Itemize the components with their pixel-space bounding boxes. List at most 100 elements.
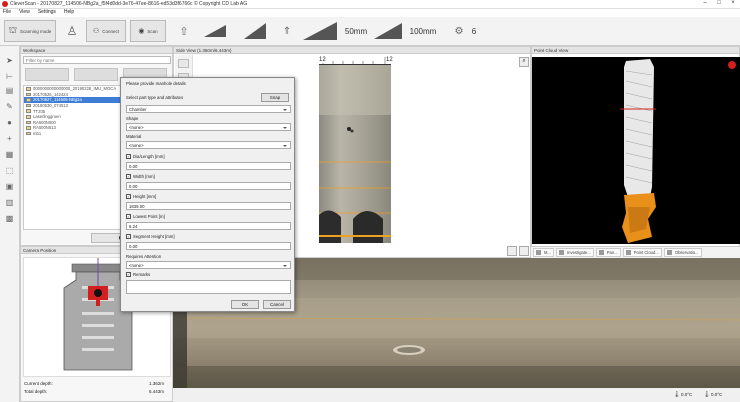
snap-button[interactable]: Snap xyxy=(261,93,289,102)
part-type-select[interactable]: Chamber xyxy=(126,105,291,113)
workspace-title: Workspace xyxy=(21,47,172,54)
minimize-icon[interactable]: – xyxy=(698,0,712,6)
side-view-search-icon[interactable]: ⌕ xyxy=(519,57,529,67)
status-bar: 🌡 0.0°C 🌡 0.0°C xyxy=(173,388,740,402)
checkbox-check-icon: ✓ xyxy=(126,214,131,219)
ruler-label: 12 xyxy=(319,57,326,63)
ruler-label: 12 xyxy=(386,57,393,63)
crosshair-icon[interactable]: + xyxy=(3,132,16,144)
folder-icon xyxy=(26,109,31,113)
ruler: 12 12 xyxy=(319,57,393,65)
scanner-icon: ⛫ xyxy=(8,25,17,35)
cancel-button[interactable]: Cancel xyxy=(263,300,291,309)
checkbox-check-icon: ✓ xyxy=(126,154,131,159)
plug-icon: ⚇ xyxy=(92,28,100,35)
tab-icon xyxy=(625,250,631,255)
menu-view[interactable]: View xyxy=(19,9,30,15)
depth-arrow-up-icon[interactable]: ⇧ xyxy=(172,20,196,42)
ramp2-icon[interactable] xyxy=(373,20,403,42)
width-input[interactable]: 0.00 xyxy=(126,182,291,190)
layers-icon[interactable]: ▣ xyxy=(3,180,16,192)
tab-icon xyxy=(598,250,604,255)
distance2-value[interactable]: 100mm xyxy=(406,20,440,42)
menu-file[interactable]: File xyxy=(3,9,11,15)
shape-select[interactable]: <none> xyxy=(126,123,291,131)
dia-input[interactable]: 0.00 xyxy=(126,162,291,170)
brush-icon[interactable]: ✎ xyxy=(3,100,16,112)
select-icon[interactable]: ⬚ xyxy=(3,164,16,176)
segment-height-checkbox[interactable]: ✓ Segment Height [mm] xyxy=(126,234,175,239)
width-checkbox[interactable]: ✓ Width [mm] xyxy=(126,174,155,179)
menu-settings[interactable]: Settings xyxy=(38,9,56,15)
current-depth-value: 1.362m xyxy=(149,381,165,386)
folder-icon xyxy=(26,103,31,108)
count-value[interactable]: 6 xyxy=(469,20,479,42)
ramp-icon[interactable] xyxy=(300,20,340,42)
temperature-2: 0.0°C xyxy=(711,392,723,397)
maximize-icon[interactable]: □ xyxy=(712,0,726,6)
folder-icon xyxy=(26,131,31,136)
height-checkbox[interactable]: ✓ Height [mm] xyxy=(126,194,156,199)
connect-button[interactable]: ⚇ Connect xyxy=(86,20,126,42)
tab-observations[interactable]: Observatio... xyxy=(663,248,702,257)
measure-icon[interactable]: ⊢ xyxy=(3,70,16,82)
close-icon[interactable]: × xyxy=(726,0,740,6)
remarks-textarea[interactable] xyxy=(126,280,291,294)
point-cloud-render xyxy=(620,59,736,243)
scanning-mode-button[interactable]: ⛫ Scanning mode xyxy=(4,20,56,42)
workspace-tool-button[interactable] xyxy=(25,68,69,81)
pointer-icon[interactable]: ➤ xyxy=(3,54,16,66)
menu-help[interactable]: Help xyxy=(64,9,74,15)
current-depth-label: Current depth: xyxy=(24,381,53,386)
remarks-checkbox[interactable]: ✓ Remarks xyxy=(126,272,150,277)
checkbox-check-icon: ✓ xyxy=(126,272,131,277)
segment-height-input[interactable]: 0.00 xyxy=(126,242,291,250)
total-depth-label: Total depth: xyxy=(24,389,48,394)
material-select[interactable]: <none> xyxy=(126,141,291,149)
folder-icon xyxy=(26,114,31,119)
circle-icon[interactable]: ● xyxy=(3,116,16,128)
height-input[interactable]: 1839.00 xyxy=(126,202,291,210)
slope-low-icon[interactable] xyxy=(200,20,230,42)
folder-icon xyxy=(26,92,31,97)
grid-icon[interactable]: ▦ xyxy=(3,148,16,160)
distance1-value[interactable]: 50mm xyxy=(341,20,371,42)
tripod-icon[interactable]: ♙ xyxy=(62,20,82,42)
ruler-ticks xyxy=(322,57,386,65)
folder-icon xyxy=(26,98,31,102)
side-view-grid-icon[interactable] xyxy=(519,246,529,256)
scan-button[interactable]: ◉ Scan xyxy=(130,20,166,42)
folder-icon xyxy=(26,87,31,91)
lowest-point-input[interactable]: 6.24 xyxy=(126,222,291,230)
side-view-tool-button[interactable] xyxy=(178,59,189,68)
stack-icon[interactable]: ▥ xyxy=(3,196,16,208)
workspace-tool-button[interactable] xyxy=(74,68,118,81)
dia-checkbox[interactable]: ✓ Dia/Length [mm] xyxy=(126,154,165,159)
tab-icon xyxy=(666,250,672,255)
lowest-point-checkbox[interactable]: ✓ Lowest Point [m] xyxy=(126,214,165,219)
tab-investigate[interactable]: Investigate... xyxy=(555,248,594,257)
tab-m[interactable]: M... xyxy=(533,248,554,257)
filter-input[interactable] xyxy=(23,56,171,64)
slope-high-icon[interactable] xyxy=(240,20,270,42)
tab-icon xyxy=(558,250,564,255)
tab-point-cloud[interactable]: Point Cloud... xyxy=(622,248,662,257)
side-view-list-icon[interactable] xyxy=(507,246,517,256)
tab-panorama[interactable]: Pan... xyxy=(595,248,621,257)
bricks-icon[interactable]: ▩ xyxy=(3,212,16,224)
side-view-texture xyxy=(319,65,391,243)
checkbox-check-icon: ✓ xyxy=(126,194,131,199)
left-tool-strip: ➤ ⊢ ▤ ✎ ● + ▦ ⬚ ▣ ▥ ▩ xyxy=(0,46,20,402)
material-label: Material xyxy=(126,134,142,139)
temperature-icon: 🌡 xyxy=(673,392,681,398)
lamp-icon[interactable]: ⇑ xyxy=(278,20,296,42)
dialog-title: Please provide manhole details xyxy=(126,81,186,86)
attention-select[interactable]: <none> xyxy=(126,261,291,269)
point-cloud-panel: Point Cloud View xyxy=(531,46,740,258)
ok-button[interactable]: OK xyxy=(231,300,259,309)
temperature-1: 0.0°C xyxy=(681,392,693,397)
side-view-image xyxy=(319,65,391,243)
bookmark-icon[interactable]: ▤ xyxy=(3,84,16,96)
gear-icon[interactable]: ⚙ xyxy=(452,20,466,42)
tab-icon xyxy=(536,250,541,255)
